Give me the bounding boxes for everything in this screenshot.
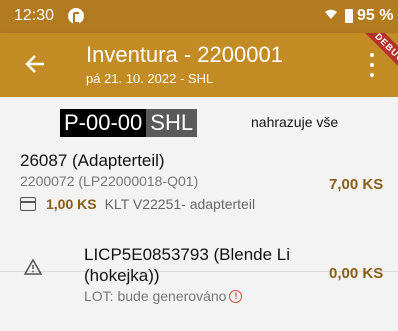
- item-quantity: 0,00 KS: [329, 265, 384, 282]
- page-subtitle: pá 21. 10. 2022 - SHL: [86, 71, 214, 86]
- package-row: 1,00 KS KLT V22251- adapterteil: [20, 193, 255, 215]
- app-bar: Inventura - 2200001 pá 21. 10. 2022 - SH…: [0, 33, 398, 97]
- location-code: P-00-00: [60, 109, 147, 137]
- inventory-list: P-00-00 SHL nahrazuje vše 26087 (Adapter…: [0, 97, 398, 331]
- error-icon: !: [229, 289, 243, 303]
- replace-all-label: nahrazuje vše: [251, 114, 339, 130]
- warehouse-code: SHL: [146, 109, 198, 137]
- item-name: LICP5E0853793 (Blende Li (hokejka)): [84, 245, 291, 285]
- battery-percent: 95 %: [357, 7, 394, 24]
- warning-icon: [23, 258, 43, 276]
- list-item[interactable]: LICP5E0853793 (Blende Li (hokejka)) LOT:…: [0, 228, 398, 331]
- status-bar: 12:30 95 %: [0, 0, 398, 33]
- package-icon: [20, 197, 36, 211]
- location-badge: P-00-00 SHL: [60, 109, 198, 137]
- battery-icon: [345, 9, 353, 23]
- package-quantity: 1,00 KS: [46, 196, 97, 212]
- wifi-icon: [324, 7, 338, 24]
- app-notification-icon: [68, 8, 84, 24]
- location-header: P-00-00 SHL nahrazuje vše: [0, 97, 398, 141]
- lot-row: LOT: bude generováno !: [84, 288, 243, 304]
- item-quantity: 7,00 KS: [329, 176, 384, 193]
- item-subtitle: 2200072 (LP22000018-Q01): [20, 173, 199, 189]
- more-menu-icon[interactable]: [366, 53, 378, 77]
- item-name: 26087 (Adapterteil): [20, 151, 165, 170]
- lot-label: LOT: bude generováno: [84, 288, 227, 304]
- package-label: KLT V22251- adapterteil: [104, 196, 256, 212]
- status-time: 12:30: [14, 7, 55, 24]
- page-title: Inventura - 2200001: [86, 42, 283, 67]
- back-arrow-icon[interactable]: [24, 49, 50, 79]
